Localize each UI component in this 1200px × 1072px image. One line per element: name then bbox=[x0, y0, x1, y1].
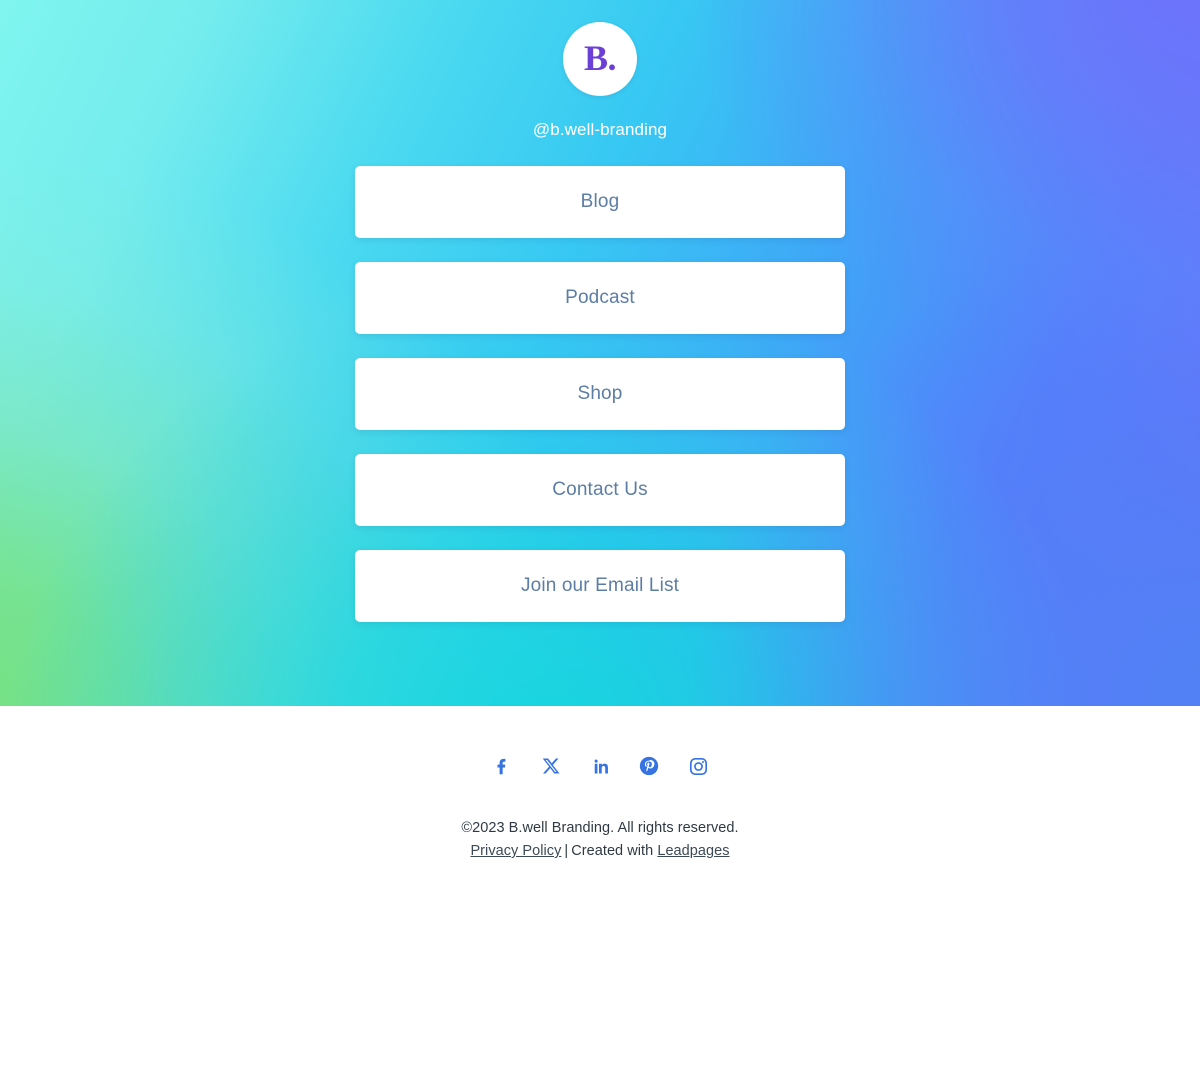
created-with-label: Created with bbox=[571, 843, 654, 859]
social-links-row bbox=[0, 754, 1200, 778]
link-in-bio-page: B. @b.well-branding Blog Podcast Shop Co… bbox=[0, 0, 1200, 1072]
link-button-contact-us[interactable]: Contact Us bbox=[355, 454, 845, 526]
link-list: Blog Podcast Shop Contact Us Join our Em… bbox=[355, 140, 845, 622]
link-button-shop[interactable]: Shop bbox=[355, 358, 845, 430]
copyright-text: ©2023 B.well Branding. All rights reserv… bbox=[461, 820, 739, 836]
legal-line: Privacy Policy | Created with Leadpages bbox=[0, 840, 1200, 863]
footer: ©2023 B.well Branding. All rights reserv… bbox=[0, 706, 1200, 863]
leadpages-link[interactable]: Leadpages bbox=[657, 843, 729, 859]
avatar-logo-mark: B. bbox=[583, 38, 617, 78]
link-button-blog[interactable]: Blog bbox=[355, 166, 845, 238]
pinterest-icon[interactable] bbox=[637, 754, 661, 778]
avatar: B. bbox=[563, 22, 637, 96]
link-button-join-our-email-list[interactable]: Join our Email List bbox=[355, 550, 845, 622]
privacy-policy-link[interactable]: Privacy Policy bbox=[470, 843, 561, 859]
linkedin-icon[interactable] bbox=[588, 754, 612, 778]
hero-section: B. @b.well-branding Blog Podcast Shop Co… bbox=[0, 0, 1200, 706]
profile-header: B. @b.well-branding bbox=[0, 0, 1200, 140]
legal-separator: | bbox=[564, 843, 569, 859]
instagram-icon[interactable] bbox=[686, 754, 710, 778]
facebook-icon[interactable] bbox=[490, 754, 514, 778]
link-button-podcast[interactable]: Podcast bbox=[355, 262, 845, 334]
x-icon[interactable] bbox=[539, 754, 563, 778]
profile-handle: @b.well-branding bbox=[532, 120, 668, 139]
